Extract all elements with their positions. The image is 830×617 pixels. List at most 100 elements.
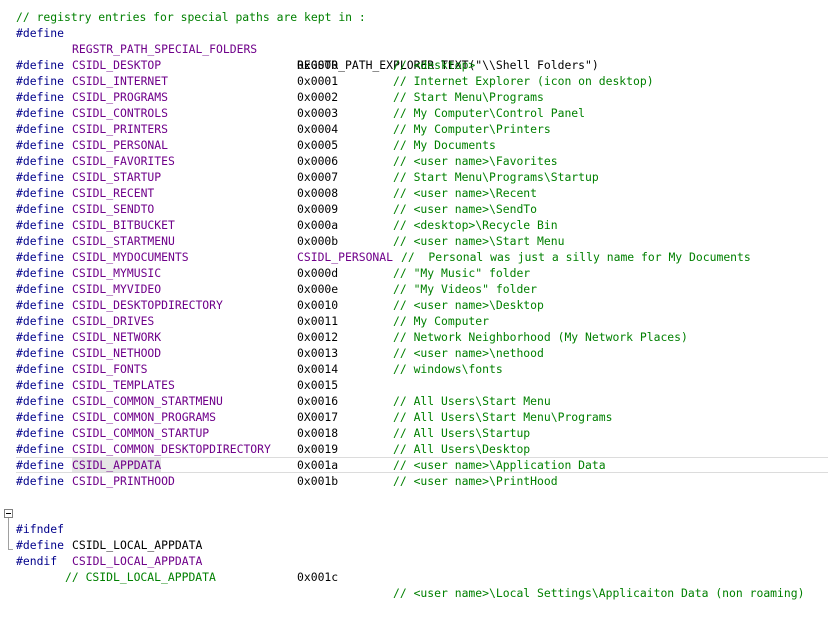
macro-name: CSIDL_COMMON_STARTMENU <box>72 394 223 408</box>
code-line-define: #define CSIDL_LOCAL_APPDATA 0x001c // <u… <box>16 521 828 600</box>
macro-value: 0x0009 <box>297 202 339 216</box>
macro-value: 0x000d <box>297 266 339 280</box>
line-comment: // CSIDL_LOCAL_APPDATA <box>65 570 216 584</box>
directive: #define <box>16 458 65 472</box>
macro-value: 0x000e <box>297 282 339 296</box>
macro-value: 0x0019 <box>297 442 339 456</box>
macro-value: 0x0002 <box>297 90 339 104</box>
line-comment: // <desktop> <box>393 58 476 72</box>
macro-value: 0x0003 <box>297 106 339 120</box>
directive: #endif <box>16 554 58 568</box>
line-comment: // <user name>\SendTo <box>393 202 538 216</box>
fold-gutter <box>0 0 14 563</box>
macro-name: CSIDL_NETHOOD <box>72 346 162 360</box>
line-comment: // All Users\Startup <box>393 426 531 440</box>
macro-name: CSIDL_BITBUCKET <box>72 218 175 232</box>
code-line-define: #define CSIDL_INTERNET 0x0001 // Internet E… <box>16 73 828 89</box>
directive: #define <box>16 266 65 280</box>
macro-name: CSIDL_NETWORK <box>72 330 162 344</box>
code-line-define: #define CSIDL_DESKTOPDIRECTORY 0x0010 // <u… <box>16 297 828 313</box>
macro-value: 0x0015 <box>297 378 339 392</box>
line-comment: // Internet Explorer (icon on desktop) <box>393 74 654 88</box>
code-line-define: #define CSIDL_NETHOOD 0x0013 // <user name>… <box>16 345 828 361</box>
line-comment: // <user name>\PrintHood <box>393 474 558 488</box>
macro-value: 0X0017 <box>297 410 339 424</box>
macro-name: CSIDL_FONTS <box>72 362 148 376</box>
macro-name: CSIDL_COMMON_DESKTOPDIRECTORY <box>72 442 271 456</box>
line-comment: // <desktop>\Recycle Bin <box>393 218 558 232</box>
macro-name: REGSTR_PATH_SPECIAL_FOLDERS <box>72 42 258 56</box>
directive: #define <box>16 378 65 392</box>
code-line-define: #define CSIDL_FAVORITES 0x0006 // <user nam… <box>16 153 828 169</box>
macro-name: CSIDL_COMMON_PROGRAMS <box>72 410 217 424</box>
directive: #define <box>16 346 65 360</box>
macro-value: 0x0018 <box>297 426 339 440</box>
macro-value: 0x0016 <box>297 394 339 408</box>
line-comment: // <user name>\Recent <box>393 186 538 200</box>
code-line-define: #define CSIDL_TEMPLATES 0x0015 <box>16 377 828 393</box>
line-comment: // My Computer\Printers <box>393 122 551 136</box>
macro-value: 0x0000 <box>297 58 339 72</box>
line-comment: // My Computer <box>393 314 490 328</box>
code-line-define: #define CSIDL_MYDOCUMENTS CSIDL_PERSONAL //… <box>16 249 828 265</box>
macro-value: 0x0012 <box>297 330 339 344</box>
directive: #define <box>16 330 65 344</box>
directive: #define <box>16 170 65 184</box>
fold-guide-line <box>8 518 9 550</box>
directive: #define <box>16 314 65 328</box>
line-comment: // My Documents <box>393 138 496 152</box>
directive: #define <box>16 250 65 264</box>
code-line-define: #define CSIDL_COMMON_DESKTOPDIRECTORY 0x00… <box>16 441 828 457</box>
line-comment: // <user name>\Start Menu <box>393 234 565 248</box>
code-line-define: #define CSIDL_MYVIDEO 0x000e // "My Videos"… <box>16 281 828 297</box>
code-line-define: #define REGSTR_PATH_SPECIAL_FOLDERS REGS… <box>16 9 828 72</box>
code-line-define: #define CSIDL_BITBUCKET 0x000a // <desktop>… <box>16 217 828 233</box>
line-comment: // All Users\Desktop <box>393 442 531 456</box>
directive: #define <box>16 426 65 440</box>
code-line-define: #define CSIDL_PROGRAMS 0x0002 // Start Menu… <box>16 89 828 105</box>
macro-name: CSIDL_DRIVES <box>72 314 155 328</box>
macro-value: 0x001c <box>297 570 339 584</box>
line-comment: // <user name>\nethood <box>393 346 544 360</box>
line-comment: // All Users\Start Menu <box>393 394 551 408</box>
directive: #define <box>16 442 65 456</box>
macro-value: 0x0011 <box>297 314 339 328</box>
macro-value: 0x0008 <box>297 186 339 200</box>
directive: #define <box>16 122 65 136</box>
line-comment: // Personal was just a silly name for My… <box>401 250 751 264</box>
macro-value: 0x000a <box>297 218 339 232</box>
macro-name: CSIDL_PRINTERS <box>72 122 169 136</box>
macro-name: CSIDL_MYVIDEO <box>72 282 162 296</box>
code-editor[interactable]: // registry entries for special paths ar… <box>0 0 830 600</box>
directive: #define <box>16 106 65 120</box>
macro-name: CSIDL_PROGRAMS <box>72 90 169 104</box>
macro-name: CSIDL_DESKTOPDIRECTORY <box>72 298 223 312</box>
code-line-define: #define CSIDL_PRINTERS 0x0004 // My Compute… <box>16 121 828 137</box>
code-line-define: #define CSIDL_STARTUP 0x0007 // Start Menu\… <box>16 169 828 185</box>
macro-name: CSIDL_TEMPLATES <box>72 378 175 392</box>
code-line-define: #define CSIDL_PERSONAL 0x0005 // My Documen… <box>16 137 828 153</box>
macro-value: 0x0014 <box>297 362 339 376</box>
macro-value: 0x000b <box>297 234 339 248</box>
macro-name: CSIDL_RECENT <box>72 186 155 200</box>
macro-name: CSIDL_CONTROLS <box>72 106 169 120</box>
directive: #define <box>16 74 65 88</box>
line-comment: // "My Music" folder <box>393 266 531 280</box>
macro-name: CSIDL_DESKTOP <box>72 58 162 72</box>
code-line-define: #define CSIDL_CONTROLS 0x0003 // My Compute… <box>16 105 828 121</box>
code-line-define: #define CSIDL_APPDATA 0x001a // <user name>… <box>16 457 828 473</box>
directive: #define <box>16 154 65 168</box>
code-line-define: #define CSIDL_COMMON_STARTUP 0x0018 // All … <box>16 425 828 441</box>
line-comment: // All Users\Start Menu\Programs <box>393 410 613 424</box>
line-comment: // Network Neighborhood (My Network Plac… <box>393 330 688 344</box>
fold-collapse-icon[interactable] <box>4 509 13 518</box>
macro-name: CSIDL_MYMUSIC <box>72 266 162 280</box>
directive: #define <box>16 282 65 296</box>
macro-name: CSIDL_PERSONAL <box>72 138 169 152</box>
macro-value: 0x0005 <box>297 138 339 152</box>
code-line-define: #define CSIDL_FONTS 0x0014 // windows\fonts <box>16 361 828 377</box>
line-comment: // "My Videos" folder <box>393 282 538 296</box>
directive: #define <box>16 298 65 312</box>
macro-value: 0x0010 <box>297 298 339 312</box>
fold-end-marker <box>8 549 13 550</box>
